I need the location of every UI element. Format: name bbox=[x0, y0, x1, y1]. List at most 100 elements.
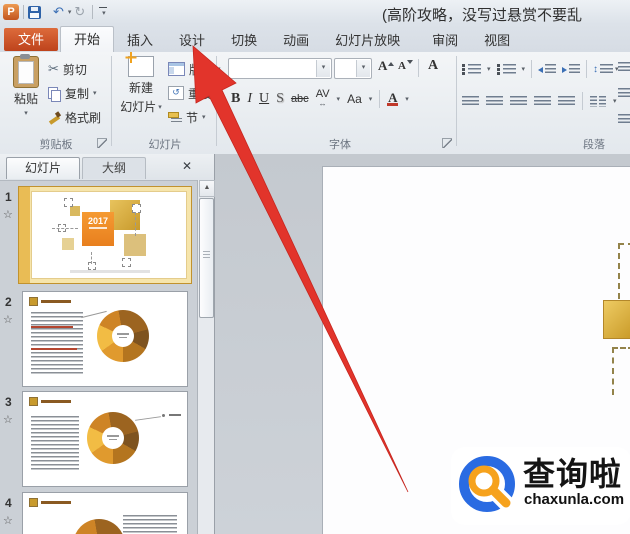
distribute-button[interactable] bbox=[558, 95, 575, 107]
cut-button[interactable]: ✂ 剪切 bbox=[48, 58, 87, 80]
thumbnail-year-box: 2017 bbox=[82, 212, 114, 246]
underline-button[interactable]: U bbox=[259, 91, 269, 107]
tab-outline-pane[interactable]: 大纲 bbox=[82, 157, 146, 179]
watermark-site-text: chaxunla.com bbox=[524, 491, 625, 508]
columns-button[interactable] bbox=[590, 95, 606, 107]
title-bar: P ↶ ▾ ↻ ▾ (高阶攻略，没写过悬赏不要乱 bbox=[0, 0, 630, 24]
slides-panel: 幻灯片 大纲 ✕ 1 ☆ 2017 2 ☆ 3 ☆ 4 ☆ ▲ bbox=[0, 154, 215, 534]
animation-star-icon: ☆ bbox=[3, 515, 13, 527]
separator bbox=[586, 60, 588, 78]
redo-icon: ↻ bbox=[74, 4, 86, 19]
panel-scrollbar[interactable]: ▲ bbox=[197, 180, 215, 534]
window-title: (高阶攻略，没写过悬赏不要乱 bbox=[382, 7, 582, 24]
scroll-up-icon[interactable]: ▲ bbox=[199, 180, 215, 197]
bold-button[interactable]: B bbox=[231, 91, 240, 107]
section-button[interactable]: 节 ▾ bbox=[168, 106, 206, 128]
chevron-down-icon[interactable]: ▾ bbox=[316, 60, 330, 77]
strikethrough-button[interactable]: abc bbox=[291, 93, 309, 105]
chevron-down-icon[interactable]: ▾ bbox=[356, 60, 370, 77]
slide-thumbnail-1[interactable]: 2017 bbox=[18, 186, 192, 284]
font-color-button[interactable]: A bbox=[387, 91, 399, 106]
character-spacing-button[interactable]: AV ↔ bbox=[316, 89, 330, 109]
tab-review[interactable]: 审阅 bbox=[419, 29, 471, 52]
font-dialog-launcher-icon[interactable] bbox=[442, 138, 452, 148]
align-right-button[interactable] bbox=[510, 95, 527, 107]
tab-insert[interactable]: 插入 bbox=[114, 29, 166, 52]
italic-button[interactable]: I bbox=[247, 91, 252, 107]
customize-quick-access-icon[interactable]: ▾ bbox=[99, 7, 108, 17]
copy-button[interactable]: 复制 ▾ bbox=[48, 82, 97, 104]
magnifier-logo-icon bbox=[459, 456, 517, 514]
tab-view[interactable]: 视图 bbox=[471, 29, 523, 52]
tab-slides-pane[interactable]: 幻灯片 bbox=[6, 157, 80, 179]
group-separator bbox=[111, 56, 112, 146]
separator bbox=[531, 60, 533, 78]
chaxunla-watermark: 查询啦 chaxunla.com bbox=[451, 447, 630, 525]
separator bbox=[418, 59, 419, 77]
slide-shape-dashed-outline[interactable] bbox=[618, 243, 630, 299]
clipboard-dialog-launcher-icon[interactable] bbox=[97, 138, 107, 148]
paste-dropdown-icon[interactable]: ▾ bbox=[24, 109, 28, 117]
slide-thumbnail-3[interactable] bbox=[22, 391, 188, 487]
ribbon-tab-bar: 文件 开始 插入 设计 切换 动画 幻灯片放映 审阅 视图 bbox=[0, 24, 630, 52]
reset-button[interactable]: ↺ 重设 bbox=[168, 82, 212, 104]
decrease-indent-button[interactable] bbox=[538, 63, 557, 75]
slide-shape-gold-square[interactable] bbox=[603, 300, 630, 339]
close-icon[interactable]: ✕ bbox=[182, 159, 192, 173]
numbering-button[interactable] bbox=[496, 63, 516, 75]
font-name-combo[interactable]: ▾ bbox=[228, 58, 332, 79]
editing-area: 查询啦 chaxunla.com bbox=[215, 154, 630, 534]
font-group-label: 字体 bbox=[329, 139, 351, 151]
format-painter-icon bbox=[48, 111, 61, 124]
align-text-button[interactable] bbox=[618, 82, 630, 104]
undo-icon[interactable]: ↶ bbox=[50, 4, 67, 20]
separator bbox=[23, 5, 24, 19]
watermark-brand-text: 查询啦 bbox=[523, 456, 623, 492]
powerpoint-window: P ↶ ▾ ↻ ▾ (高阶攻略，没写过悬赏不要乱 文件 开始 插入 设计 切换 … bbox=[0, 0, 630, 534]
separator bbox=[582, 92, 583, 110]
tab-design[interactable]: 设计 bbox=[166, 29, 218, 52]
tab-transitions[interactable]: 切换 bbox=[218, 29, 270, 52]
slide-shape-dashed-outline[interactable] bbox=[612, 347, 630, 395]
font-size-combo[interactable]: ▾ bbox=[334, 58, 372, 79]
tab-animations[interactable]: 动画 bbox=[270, 29, 322, 52]
new-slide-icon bbox=[128, 52, 154, 77]
ribbon: 粘贴 ▾ ✂ 剪切 复制 ▾ 格式刷 剪贴板 新建 幻灯片 ▾ 版式 ▾ ↺ 重… bbox=[0, 52, 630, 155]
save-icon[interactable] bbox=[28, 5, 41, 19]
tab-slideshow[interactable]: 幻灯片放映 bbox=[322, 29, 413, 52]
reset-icon: ↺ bbox=[168, 86, 184, 100]
align-center-button[interactable] bbox=[486, 95, 503, 107]
animation-star-icon: ☆ bbox=[3, 314, 13, 326]
grow-font-button[interactable]: A bbox=[376, 58, 396, 74]
paste-icon bbox=[13, 54, 39, 88]
panel-header: 幻灯片 大纲 ✕ bbox=[0, 154, 214, 181]
slide-thumbnail-4[interactable] bbox=[22, 492, 188, 534]
paste-button[interactable]: 粘贴 ▾ bbox=[6, 54, 46, 117]
copy-icon bbox=[48, 86, 61, 102]
smartart-convert-button[interactable] bbox=[618, 108, 630, 130]
format-painter-button[interactable]: 格式刷 bbox=[48, 106, 101, 128]
slide-thumbnail-2[interactable] bbox=[22, 291, 188, 387]
app-icon[interactable]: P bbox=[3, 4, 19, 20]
line-spacing-button[interactable]: ↕ ▾ bbox=[593, 63, 619, 75]
justify-button[interactable] bbox=[534, 95, 551, 107]
clipboard-group-label: 剪贴板 bbox=[39, 139, 73, 151]
slide-number: 1 bbox=[5, 190, 12, 204]
layout-button[interactable]: 版式 ▾ bbox=[168, 58, 221, 80]
increase-indent-button[interactable] bbox=[562, 63, 581, 75]
slide-number: 4 bbox=[5, 496, 12, 510]
tab-file[interactable]: 文件 bbox=[4, 28, 59, 51]
cut-icon: ✂ bbox=[48, 61, 59, 76]
tab-home[interactable]: 开始 bbox=[60, 26, 115, 52]
slides-group-label: 幻灯片 bbox=[148, 139, 182, 151]
shrink-font-button[interactable]: A bbox=[396, 60, 415, 72]
bullets-button[interactable] bbox=[462, 63, 481, 75]
layout-icon bbox=[168, 62, 185, 76]
new-slide-button[interactable]: 新建 幻灯片 ▾ bbox=[118, 52, 164, 115]
text-shadow-button[interactable]: S bbox=[276, 91, 284, 107]
paragraph-group-label: 段落 bbox=[583, 139, 605, 151]
scrollbar-thumb[interactable] bbox=[199, 198, 214, 318]
align-left-button[interactable] bbox=[462, 95, 479, 107]
text-direction-button[interactable] bbox=[618, 56, 630, 78]
change-case-button[interactable]: Aa bbox=[347, 92, 362, 106]
